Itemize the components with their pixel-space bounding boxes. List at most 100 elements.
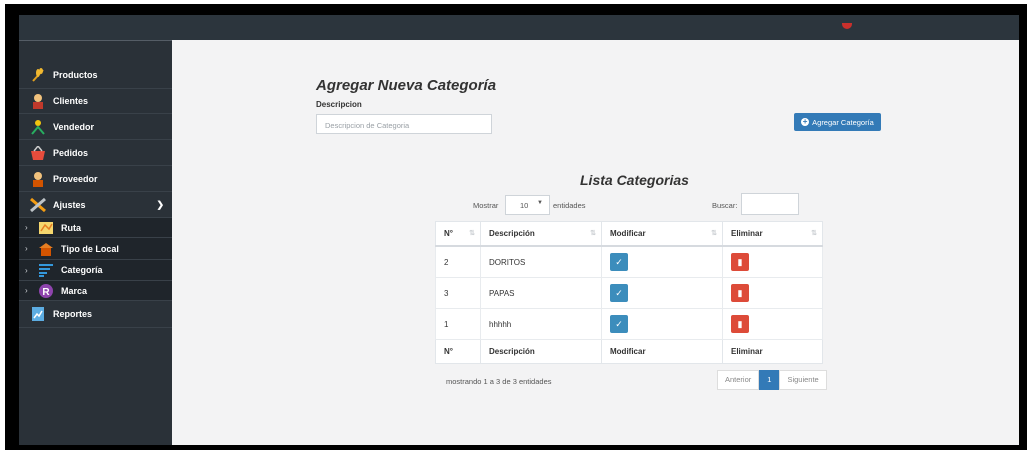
column-header-eliminar[interactable]: Eliminar ⇅	[722, 221, 823, 247]
sidebar-item-label: Proveedor	[53, 173, 98, 184]
add-category-button[interactable]: + Agregar Categoría	[794, 113, 881, 131]
column-header-modificar[interactable]: Modificar ⇅	[601, 221, 723, 247]
previous-page-button[interactable]: Anterior	[717, 370, 760, 390]
sidebar-item-vendedor[interactable]: Vendedor	[19, 114, 172, 140]
list-icon	[37, 262, 55, 278]
footer-header-eliminar: Eliminar	[722, 339, 823, 364]
search-label: Buscar:	[712, 201, 738, 210]
sidebar-subitem-ruta[interactable]: › Ruta	[19, 218, 172, 238]
footer-header-modificar: Modificar	[601, 339, 723, 364]
sidebar-subitem-marca[interactable]: › R Marca	[19, 281, 172, 301]
sidebar-item-label: Pedidos	[53, 147, 89, 158]
sidebar-item-label: Categoría	[61, 265, 103, 275]
cell-descripcion: PAPAS	[480, 277, 602, 309]
chevron-down-icon: ❯	[156, 199, 164, 209]
top-navbar	[19, 15, 1019, 40]
person-icon	[29, 93, 47, 109]
cell-eliminar: ▮	[722, 245, 823, 278]
cell-modificar: ✓	[601, 277, 723, 309]
sidebar-item-label: Ajustes	[53, 199, 86, 210]
entries-value: 10	[520, 201, 529, 210]
table-footer-row: N° Descripción Modificar Eliminar	[435, 339, 823, 364]
edit-button[interactable]: ✓	[610, 284, 628, 302]
plus-circle-icon: +	[801, 117, 810, 126]
trash-icon: ▮	[737, 319, 743, 329]
map-icon	[37, 220, 55, 236]
delete-button[interactable]: ▮	[731, 315, 749, 333]
list-title: Lista Categorias	[580, 172, 689, 188]
sidebar-item-clientes[interactable]: Clientes	[19, 89, 172, 114]
notification-badge[interactable]	[842, 23, 852, 29]
edit-button[interactable]: ✓	[610, 315, 628, 333]
cell-descripcion: hhhhh	[480, 308, 602, 340]
sidebar-item-reportes[interactable]: Reportes	[19, 301, 172, 328]
cell-modificar: ✓	[601, 245, 723, 278]
wheat-icon	[29, 67, 47, 83]
sidebar-item-ajustes[interactable]: Ajustes ❯	[19, 192, 172, 218]
sort-icon: ⇅	[469, 230, 475, 237]
chevron-right-icon: ›	[25, 244, 28, 253]
page-title: Agregar Nueva Categoría	[316, 77, 497, 94]
basket-icon	[29, 145, 47, 161]
sidebar-item-label: Productos	[53, 70, 98, 80]
column-header-label: Eliminar	[731, 229, 763, 238]
column-header-n[interactable]: N° ⇅	[435, 221, 481, 247]
column-header-descripcion[interactable]: Descripción ⇅	[480, 221, 602, 247]
sidebar-item-proveedor[interactable]: Proveedor	[19, 166, 172, 192]
chevron-right-icon: ›	[25, 286, 28, 295]
seller-icon	[29, 119, 47, 135]
categories-table: N° ⇅ Descripción ⇅ Modificar ⇅ Eliminar ⇅ 2 …	[435, 221, 823, 364]
column-header-label: N°	[444, 229, 453, 238]
table-row: 2 DORITOS ✓ ▮	[435, 245, 823, 278]
sidebar-item-label: Clientes	[53, 96, 89, 106]
sidebar-item-productos[interactable]: Productos	[19, 62, 172, 89]
delete-button[interactable]: ▮	[731, 284, 749, 302]
edit-icon: ✓	[615, 288, 623, 298]
sort-icon: ⇅	[711, 230, 717, 237]
sidebar-item-label: Reportes	[53, 309, 93, 319]
entries-select[interactable]: 10 ▼	[505, 195, 550, 215]
report-icon	[29, 306, 47, 322]
sidebar-subitem-tipo-de-local[interactable]: › Tipo de Local	[19, 238, 172, 260]
cell-n: 1	[435, 308, 481, 340]
add-category-label: Agregar Categoría	[812, 117, 874, 127]
showing-info: mostrando 1 a 3 de 3 entidades	[446, 377, 552, 386]
sidebar-subitem-categoria[interactable]: › Categoría	[19, 260, 172, 281]
supplier-icon	[29, 171, 47, 187]
store-icon	[37, 241, 55, 257]
edit-icon: ✓	[615, 319, 623, 329]
trash-icon: ▮	[737, 288, 743, 298]
description-label: Descripcion	[316, 100, 362, 109]
column-header-label: Modificar	[610, 229, 646, 238]
delete-button[interactable]: ▮	[731, 253, 749, 271]
caret-down-icon: ▼	[537, 200, 543, 206]
pagination: Anterior 1 Siguiente	[717, 370, 827, 390]
column-header-label: Descripción	[489, 229, 535, 238]
edit-button[interactable]: ✓	[610, 253, 628, 271]
main-content: Agregar Nueva Categoría Descripcion Desc…	[172, 40, 1019, 445]
description-input[interactable]: Descripcion de Categoria	[316, 114, 492, 134]
cell-descripcion: DORITOS	[480, 245, 602, 278]
cell-n: 2	[435, 245, 481, 278]
sidebar-item-pedidos[interactable]: Pedidos	[19, 140, 172, 166]
sidebar-item-label: Vendedor	[53, 121, 95, 132]
table-header-row: N° ⇅ Descripción ⇅ Modificar ⇅ Eliminar ⇅	[435, 221, 823, 247]
sidebar-divider	[19, 40, 172, 41]
page-1-button[interactable]: 1	[759, 370, 780, 390]
footer-header-n: N°	[435, 339, 481, 364]
trash-icon: ▮	[737, 257, 743, 267]
cell-eliminar: ▮	[722, 308, 823, 340]
search-input[interactable]	[741, 193, 799, 215]
entries-label: entidades	[553, 201, 586, 210]
sidebar: Productos Clientes Vendedor Pedidos Prov…	[19, 40, 172, 445]
table-row: 3 PAPAS ✓ ▮	[435, 277, 823, 309]
sort-icon: ⇅	[811, 230, 817, 237]
cell-n: 3	[435, 277, 481, 309]
show-label: Mostrar	[473, 201, 499, 210]
sidebar-item-label: Tipo de Local	[61, 243, 119, 254]
svg-text:R: R	[42, 287, 50, 298]
next-page-button[interactable]: Siguiente	[779, 370, 827, 390]
footer-header-descripcion: Descripción	[480, 339, 602, 364]
sort-icon: ⇅	[590, 230, 596, 237]
edit-icon: ✓	[615, 257, 623, 267]
